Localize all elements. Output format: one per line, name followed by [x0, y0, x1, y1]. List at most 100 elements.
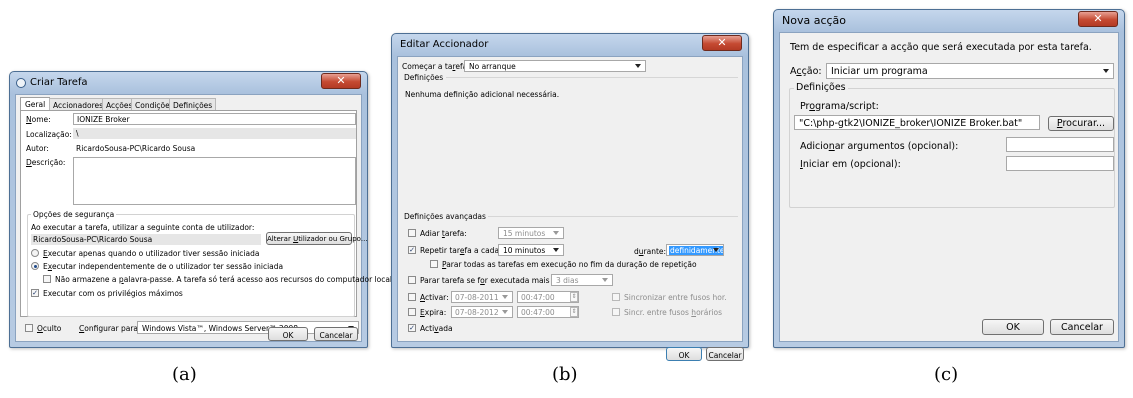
- duration-select[interactable]: definidamente: [666, 244, 724, 256]
- window-title: Criar Tarefa: [30, 77, 88, 88]
- client-area: Tem de especificar a acção que será exec…: [779, 32, 1119, 342]
- title-bar[interactable]: Editar Accionador ✕: [392, 34, 748, 56]
- highest-privileges-checkbox[interactable]: ✓: [31, 289, 39, 297]
- delay-label: Adiar tarefa:: [420, 229, 467, 238]
- ok-button[interactable]: OK: [982, 319, 1044, 335]
- close-button[interactable]: ✕: [321, 73, 361, 89]
- cancel-button[interactable]: Cancelar: [706, 347, 744, 361]
- program-label: Programa/script:: [800, 101, 879, 112]
- begin-select[interactable]: No arranque: [464, 60, 646, 72]
- caption-b: (b): [552, 364, 578, 385]
- cancel-label: Cancelar: [1061, 322, 1103, 333]
- activate-date-value: 07-08-2011: [455, 293, 499, 302]
- activate-time-spinner[interactable]: ⇕: [570, 292, 578, 302]
- whether-logged-radio[interactable]: [31, 262, 39, 270]
- expire-checkbox[interactable]: [408, 308, 416, 316]
- location-field: \: [73, 128, 356, 139]
- logged-on-label: Executar apenas quando o utilizador tive…: [43, 249, 260, 258]
- tab-actions-label: Acções: [106, 101, 133, 110]
- client-area: Começar a tarefa: No arranque Definições…: [397, 56, 744, 361]
- no-store-password-label: Não armazene a palavra-passe. A tarefa s…: [55, 275, 395, 284]
- sync-label-1: Sincronizar entre fusos hor.: [624, 293, 727, 302]
- sync-checkbox-2[interactable]: [612, 308, 620, 316]
- caption-a: (a): [172, 364, 197, 385]
- start-in-input[interactable]: [1006, 156, 1114, 171]
- tab-conditions-label: Condições: [135, 101, 174, 110]
- tab-settings-label: Definições: [173, 101, 213, 110]
- account-value: RicardoSousa-PC\Ricardo Sousa: [33, 235, 153, 244]
- sync-checkbox-1[interactable]: [612, 293, 620, 301]
- chevron-down-icon: [1103, 69, 1109, 73]
- whether-logged-label: Executar independentemente de o utilizad…: [43, 262, 284, 271]
- title-bar[interactable]: Criar Tarefa ✕: [10, 72, 367, 94]
- no-store-password-checkbox[interactable]: [43, 275, 51, 283]
- repeat-value: 10 minutos: [503, 246, 546, 255]
- security-text: Ao executar a tarefa, utilizar a seguint…: [31, 223, 255, 232]
- ok-button[interactable]: OK: [666, 347, 702, 361]
- expire-time-spinner[interactable]: ⇕: [570, 307, 578, 317]
- ok-button[interactable]: OK: [268, 327, 308, 341]
- stop-if-checkbox[interactable]: [408, 276, 416, 284]
- start-in-label: Iniciar em (opcional):: [800, 159, 901, 170]
- description-input[interactable]: [73, 157, 356, 205]
- calendar-dropdown-icon: [502, 310, 508, 314]
- new-action-window: Nova acção ✕ Tem de especificar a acção …: [773, 9, 1125, 348]
- action-select[interactable]: Iniciar um programa: [826, 63, 1114, 79]
- location-value: \: [76, 129, 79, 138]
- repeat-checkbox[interactable]: ✓: [408, 246, 416, 254]
- action-label: Acção:: [790, 66, 822, 77]
- name-value: IONIZE Broker: [77, 115, 130, 124]
- args-input[interactable]: [1006, 137, 1114, 152]
- chevron-down-icon: [553, 248, 559, 252]
- stop-all-label: Parar todas as tarefas em execução no fi…: [442, 260, 697, 269]
- window-title: Editar Accionador: [400, 39, 489, 50]
- cancel-button[interactable]: Cancelar: [1050, 319, 1114, 335]
- cancel-label: Cancelar: [319, 331, 353, 340]
- name-input[interactable]: IONIZE Broker: [73, 113, 356, 125]
- client-area: Geral Accionadores Acções Condições Defi…: [15, 94, 394, 342]
- author-label: Autor:: [26, 144, 49, 153]
- edit-trigger-window: Editar Accionador ✕ Começar a tarefa: No…: [391, 33, 749, 361]
- tab-general[interactable]: Geral: [20, 97, 51, 110]
- change-user-button[interactable]: Alterar Utilizador ou Grupo...: [266, 232, 368, 245]
- chevron-down-icon: [553, 231, 559, 235]
- expire-date[interactable]: 07-08-2012: [451, 306, 513, 318]
- browse-button[interactable]: Procurar...: [1048, 116, 1114, 131]
- configure-label: Configurar para:: [79, 324, 141, 333]
- ok-label: OK: [1006, 322, 1020, 333]
- settings-title: Definições: [404, 73, 444, 82]
- stop-if-label: Parar tarefa se for executada mais de:: [420, 276, 564, 285]
- tab-triggers-label: Accionadores: [53, 101, 104, 110]
- settings-separator: [446, 77, 738, 78]
- duration-label: durante:: [634, 247, 667, 256]
- enabled-label: Activada: [420, 324, 453, 333]
- close-button[interactable]: ✕: [702, 35, 742, 51]
- clock-icon: [16, 78, 26, 88]
- activate-label: Activar:: [420, 293, 449, 302]
- expire-label: Expira:: [420, 308, 447, 317]
- security-title: Opções de segurança: [31, 210, 117, 219]
- stop-all-checkbox[interactable]: [430, 260, 438, 268]
- title-bar[interactable]: Nova acção ✕: [774, 10, 1124, 32]
- repeat-select[interactable]: 10 minutos: [498, 244, 564, 256]
- activate-checkbox[interactable]: [408, 293, 416, 301]
- cancel-button[interactable]: Cancelar: [314, 327, 358, 341]
- chevron-down-icon: [713, 248, 719, 252]
- delay-checkbox[interactable]: [408, 229, 416, 237]
- hidden-checkbox[interactable]: [25, 324, 33, 332]
- stop-if-select[interactable]: 3 dias: [551, 274, 613, 286]
- logged-on-radio[interactable]: [31, 249, 39, 257]
- advanced-separator: [488, 216, 738, 217]
- close-button[interactable]: ✕: [1078, 11, 1118, 27]
- expire-date-value: 07-08-2012: [455, 308, 499, 317]
- action-value: Iniciar um programa: [831, 66, 928, 77]
- account-field: RicardoSousa-PC\Ricardo Sousa: [31, 234, 261, 245]
- location-label: Localização:: [26, 130, 72, 139]
- create-task-window: Criar Tarefa ✕ Geral Accionadores Acções…: [9, 71, 394, 348]
- program-input[interactable]: "C:\php-gtk2\IONIZE_broker\IONIZE Broker…: [794, 115, 1040, 130]
- delay-select[interactable]: 15 minutos: [498, 227, 564, 239]
- ok-label: OK: [678, 351, 690, 360]
- activate-date[interactable]: 07-08-2011: [451, 291, 513, 303]
- chevron-down-icon: [602, 278, 608, 282]
- enabled-checkbox[interactable]: ✓: [408, 324, 416, 332]
